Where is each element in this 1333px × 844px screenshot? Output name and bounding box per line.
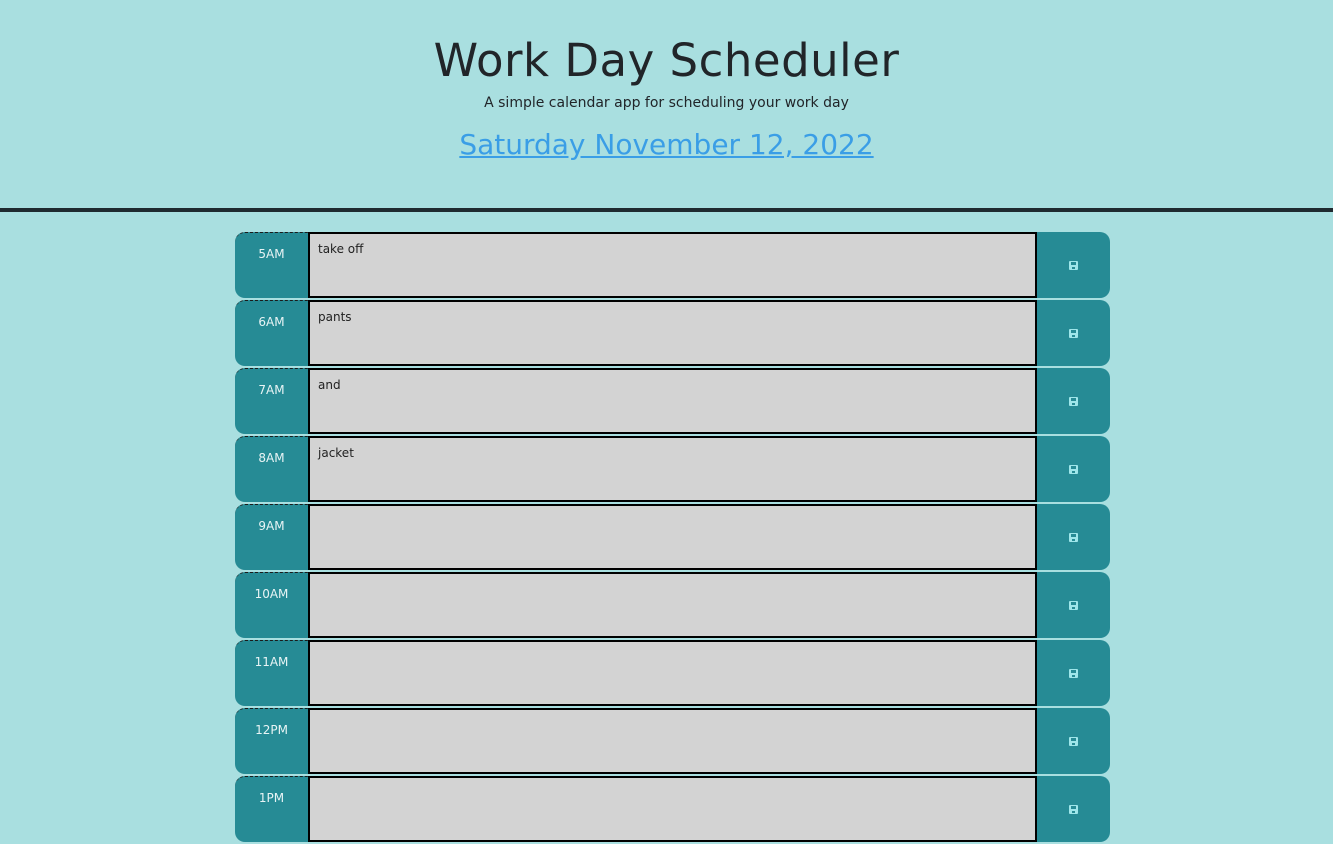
save-button[interactable]	[1037, 232, 1110, 298]
hour-label: 1PM	[235, 776, 308, 842]
time-block-6am: 6AM pants	[235, 300, 1110, 366]
time-block-10am: 10AM	[235, 572, 1110, 638]
save-button[interactable]	[1037, 436, 1110, 502]
floppy-disk-icon	[1069, 532, 1078, 542]
time-block-9am: 9AM	[235, 504, 1110, 570]
hour-label: 5AM	[235, 232, 308, 298]
floppy-disk-icon	[1069, 736, 1078, 746]
hour-label: 8AM	[235, 436, 308, 502]
event-description-input[interactable]: take off	[308, 232, 1037, 298]
save-button[interactable]	[1037, 640, 1110, 706]
time-block-11am: 11AM	[235, 640, 1110, 706]
save-button[interactable]	[1037, 504, 1110, 570]
time-block-5am: 5AM take off	[235, 232, 1110, 298]
hour-label: 9AM	[235, 504, 308, 570]
hour-label: 11AM	[235, 640, 308, 706]
save-button[interactable]	[1037, 300, 1110, 366]
hour-label: 10AM	[235, 572, 308, 638]
save-button[interactable]	[1037, 776, 1110, 842]
time-block-12pm: 12PM	[235, 708, 1110, 774]
event-description-input[interactable]	[308, 504, 1037, 570]
save-button[interactable]	[1037, 708, 1110, 774]
event-description-input[interactable]	[308, 776, 1037, 842]
hour-label: 7AM	[235, 368, 308, 434]
save-button[interactable]	[1037, 572, 1110, 638]
schedule-container: 5AM take off 6AM pants 7AM and 8AM jacke…	[235, 232, 1110, 844]
time-block-8am: 8AM jacket	[235, 436, 1110, 502]
page-subtitle: A simple calendar app for scheduling you…	[484, 95, 849, 111]
event-description-input[interactable]: pants	[308, 300, 1037, 366]
save-button[interactable]	[1037, 368, 1110, 434]
current-day-link[interactable]: Saturday November 12, 2022	[0, 128, 1333, 161]
event-description-input[interactable]	[308, 640, 1037, 706]
event-description-input[interactable]: jacket	[308, 436, 1037, 502]
event-description-input[interactable]	[308, 572, 1037, 638]
time-block-1pm: 1PM	[235, 776, 1110, 842]
hour-label: 12PM	[235, 708, 308, 774]
header: Work Day Scheduler A simple calendar app…	[0, 0, 1333, 212]
event-description-input[interactable]	[308, 708, 1037, 774]
floppy-disk-icon	[1069, 668, 1078, 678]
floppy-disk-icon	[1069, 328, 1078, 338]
floppy-disk-icon	[1069, 600, 1078, 610]
page-title: Work Day Scheduler	[433, 34, 900, 87]
floppy-disk-icon	[1069, 464, 1078, 474]
floppy-disk-icon	[1069, 804, 1078, 814]
floppy-disk-icon	[1069, 260, 1078, 270]
hour-label: 6AM	[235, 300, 308, 366]
time-block-7am: 7AM and	[235, 368, 1110, 434]
event-description-input[interactable]: and	[308, 368, 1037, 434]
floppy-disk-icon	[1069, 396, 1078, 406]
